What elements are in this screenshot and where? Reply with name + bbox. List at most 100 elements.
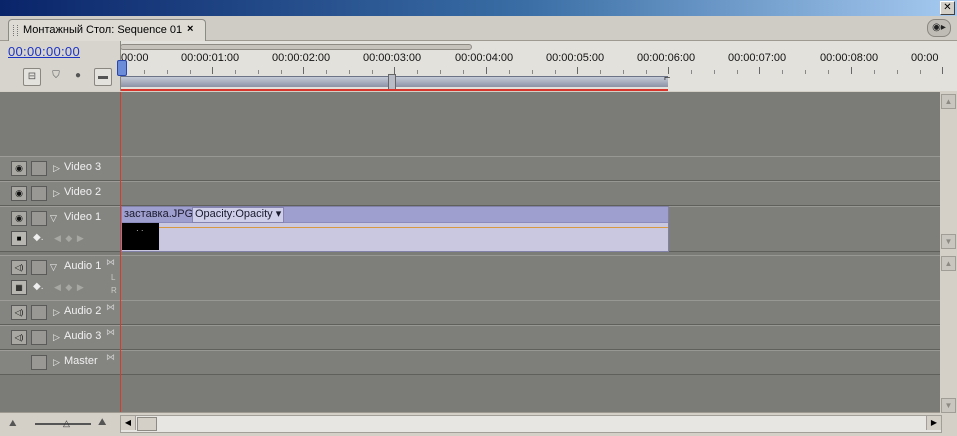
track-lane-video2[interactable]: [121, 181, 940, 206]
ruler-tick: [144, 70, 145, 74]
video-scroll-up-button[interactable]: ▲: [941, 94, 956, 109]
ruler-tick: [691, 70, 692, 74]
video-scroll-down-button[interactable]: ▼: [941, 234, 956, 249]
display-style-icon[interactable]: ■: [11, 231, 27, 246]
ruler-tick: [190, 70, 191, 74]
ruler-tick: [303, 67, 304, 74]
panel-menu-button[interactable]: ◉▸: [927, 19, 951, 37]
clip-title-bar[interactable]: заставка.JPG Opacity:Opacity ▾: [122, 207, 668, 223]
track-header-video2[interactable]: ◉ ▷ Video 2: [0, 181, 120, 206]
ruler-label: 00:00:04:00: [455, 52, 514, 64]
track-header-audio1[interactable]: ◁) ▽ Audio 1 ⋈ L R ▦ ◆. ◀ ◆ ▶: [0, 255, 120, 301]
keyframe-navigator[interactable]: ◀ ◆ ▶: [54, 282, 85, 293]
tab-close-button[interactable]: ×: [187, 23, 193, 35]
clip-effect-dropdown[interactable]: Opacity:Opacity ▾: [192, 207, 285, 223]
opacity-rubber-band[interactable]: [122, 227, 668, 228]
expand-triangle-icon[interactable]: ▷: [53, 357, 60, 368]
keyframe-navigator[interactable]: ◀ ◆ ▶: [54, 233, 85, 244]
lock-toggle[interactable]: [31, 161, 47, 176]
lock-toggle[interactable]: [31, 355, 47, 370]
playhead-line[interactable]: [120, 92, 121, 422]
vertical-scrollbar[interactable]: ▲ ▼ ▲ ▼: [940, 92, 957, 435]
expand-triangle-icon[interactable]: ▷: [53, 307, 60, 318]
audio-scroll-down-button[interactable]: ▼: [941, 398, 956, 413]
work-area-end-marker[interactable]: ⌐: [664, 72, 670, 84]
marker-icon[interactable]: ⛉: [48, 68, 64, 84]
ruler-tick: [258, 70, 259, 74]
thumbnail-content: · ·: [136, 226, 144, 235]
stereo-icon: ⋈: [106, 352, 115, 362]
scroll-thumb[interactable]: [137, 417, 157, 431]
lock-toggle[interactable]: [31, 305, 47, 320]
track-lane-audio3[interactable]: [121, 325, 940, 350]
render-status-bar: [121, 89, 668, 91]
eye-icon[interactable]: ◉: [11, 211, 27, 226]
ruler-label: 00:00:07:00: [728, 52, 787, 64]
ruler-tick: [737, 70, 738, 74]
zoom-slider-thumb[interactable]: △: [63, 418, 70, 429]
ruler-tick: [623, 70, 624, 74]
work-area-handle[interactable]: [388, 74, 396, 90]
ruler-tick: [372, 70, 373, 74]
track-header-video1[interactable]: ◉ ▽ Video 1 ■ ◆. ◀ ◆ ▶: [0, 206, 120, 252]
horizontal-scrollbar[interactable]: ◀ ▶: [120, 415, 942, 433]
viewing-area-bar[interactable]: [120, 41, 472, 50]
snap-icon[interactable]: ⊟: [23, 68, 41, 86]
ruler-tick: [532, 70, 533, 74]
show-keyframes-icon[interactable]: ◆.: [33, 281, 43, 292]
ruler-tick: [714, 70, 715, 74]
speaker-icon[interactable]: ◁): [11, 330, 27, 345]
track-lane-video3[interactable]: [121, 156, 940, 181]
track-lane-audio1[interactable]: [121, 255, 940, 301]
audio-scroll-up-button[interactable]: ▲: [941, 256, 956, 271]
tab-grip-icon[interactable]: [13, 25, 18, 36]
track-header-video3[interactable]: ◉ ▷ Video 3: [0, 156, 120, 181]
ruler-tick: [851, 67, 852, 74]
waveform-icon[interactable]: ▦: [11, 280, 27, 295]
collapse-triangle-icon[interactable]: ▽: [50, 213, 57, 224]
expand-triangle-icon[interactable]: ▷: [53, 332, 60, 343]
eye-icon[interactable]: ◉: [11, 161, 27, 176]
ruler-tick: [942, 67, 943, 74]
zoom-in-icon[interactable]: ⛰: [98, 417, 106, 428]
current-timecode[interactable]: 00:00:00:00: [8, 44, 80, 59]
expand-triangle-icon[interactable]: ▷: [53, 188, 60, 199]
playhead-handle[interactable]: [117, 60, 127, 76]
clip-zastavka[interactable]: заставка.JPG Opacity:Opacity ▾ · ·: [121, 206, 669, 252]
scroll-left-button[interactable]: ◀: [121, 416, 136, 430]
viewing-area-slider[interactable]: [120, 44, 472, 50]
keyframe-icon[interactable]: ●: [70, 68, 86, 84]
track-name: Audio 2: [64, 305, 102, 317]
zoom-icon[interactable]: ▬: [94, 68, 112, 86]
lock-toggle[interactable]: [31, 330, 47, 345]
scroll-right-button[interactable]: ▶: [926, 416, 941, 430]
track-header-audio2[interactable]: ◁) ▷ Audio 2 ⋈: [0, 300, 120, 325]
ruler-tick: [167, 70, 168, 74]
clip-thumbnail: · ·: [122, 223, 159, 250]
ruler-label: 00:00:01:00: [181, 52, 240, 64]
ruler-tick: [349, 70, 350, 74]
speaker-icon[interactable]: ◁): [11, 260, 27, 275]
lock-toggle[interactable]: [31, 211, 47, 226]
ruler-tick: [486, 67, 487, 74]
track-header-master[interactable]: ▷ Master ⋈: [0, 350, 120, 375]
show-keyframes-icon[interactable]: ◆.: [33, 232, 43, 243]
track-header-audio3[interactable]: ◁) ▷ Audio 3 ⋈: [0, 325, 120, 350]
tab-sequence[interactable]: Монтажный Стол: Sequence 01 ×: [8, 19, 206, 41]
ruler-label: 00:00:03:00: [363, 52, 422, 64]
track-lane-audio2[interactable]: [121, 300, 940, 325]
ruler-tick: [920, 70, 921, 74]
window-title-bar: [0, 0, 957, 16]
eye-icon[interactable]: ◉: [11, 186, 27, 201]
window-close-button[interactable]: ✕: [940, 1, 955, 15]
speaker-icon[interactable]: ◁): [11, 305, 27, 320]
collapse-triangle-icon[interactable]: ▽: [50, 262, 57, 273]
track-lane-master[interactable]: [121, 350, 940, 375]
lock-toggle[interactable]: [31, 260, 47, 275]
lock-toggle[interactable]: [31, 186, 47, 201]
track-name: Video 1: [64, 211, 102, 223]
zoom-out-icon[interactable]: ⛰: [9, 418, 17, 429]
track-name: Video 3: [64, 161, 102, 173]
expand-triangle-icon[interactable]: ▷: [53, 163, 60, 174]
ruler-tick: [759, 67, 760, 74]
